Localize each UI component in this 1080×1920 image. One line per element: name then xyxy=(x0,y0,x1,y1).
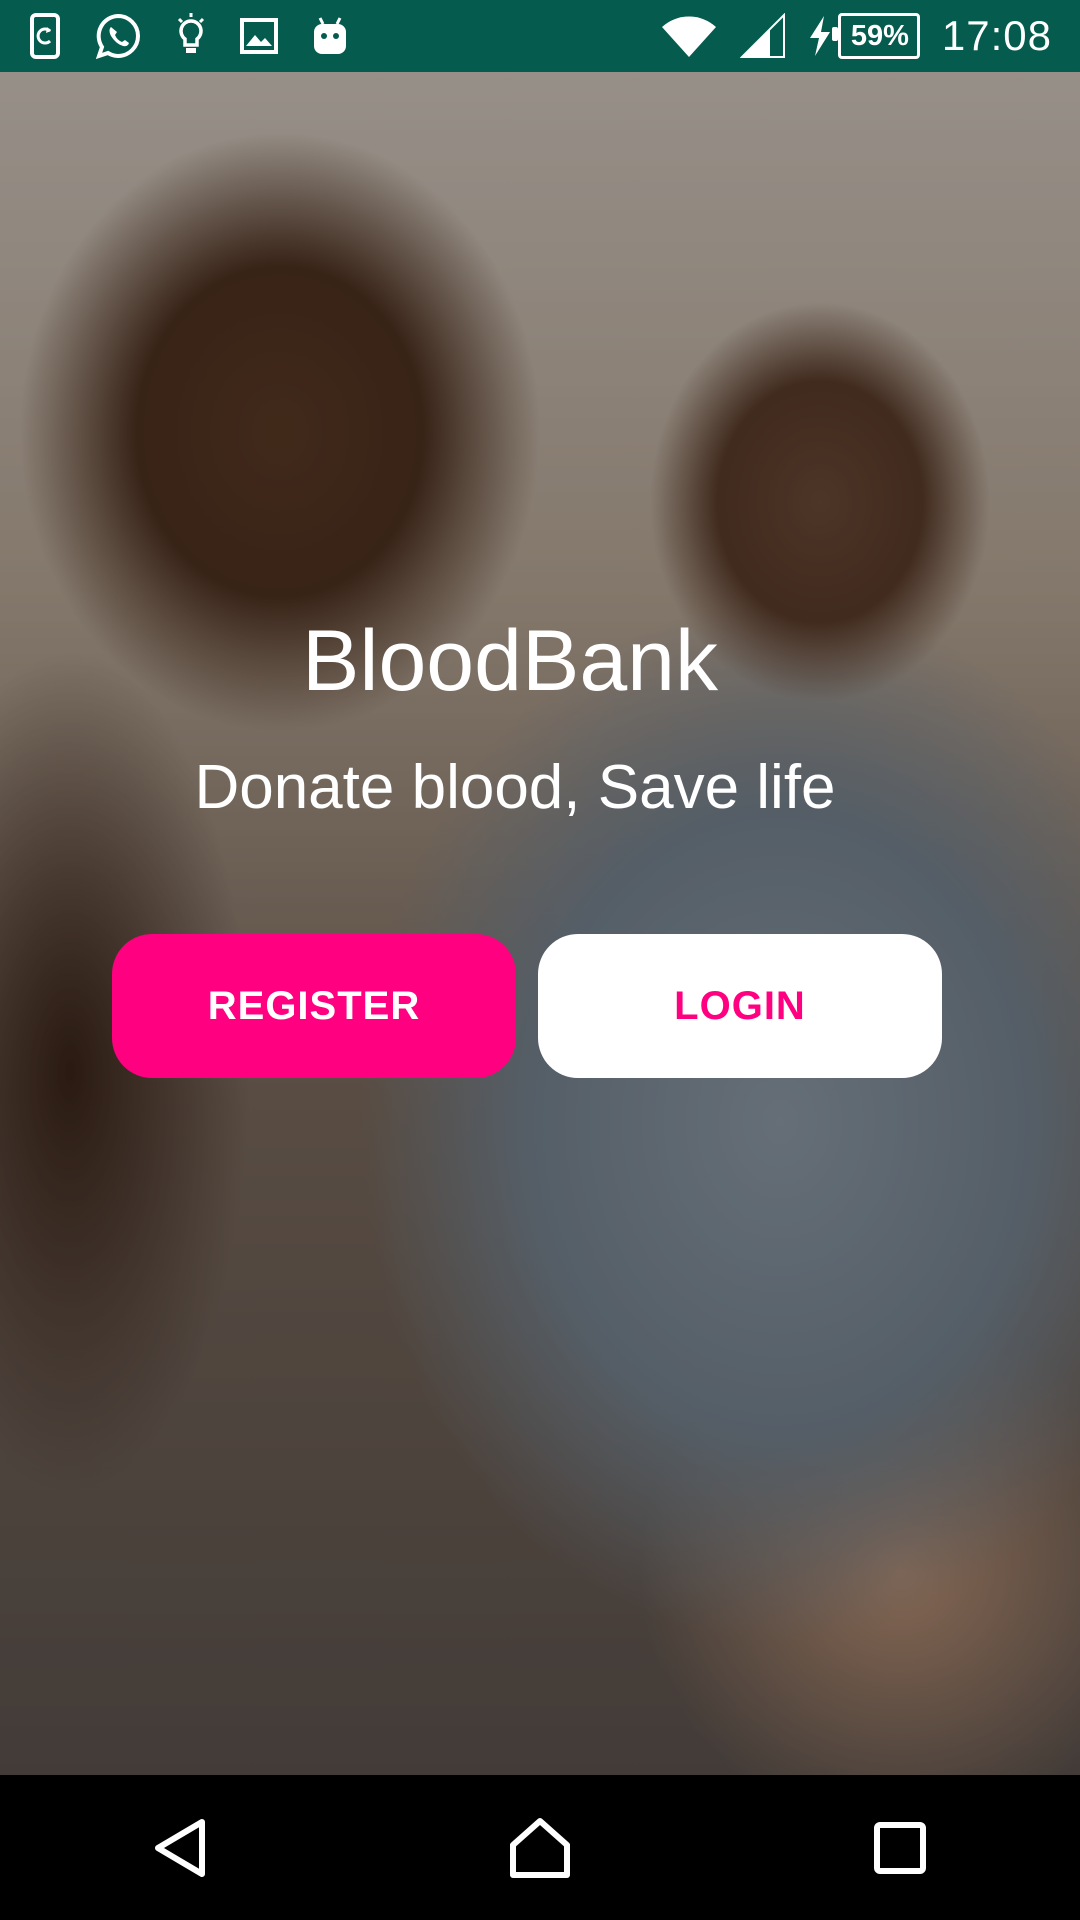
home-button[interactable] xyxy=(460,1788,620,1908)
home-icon xyxy=(510,1817,570,1878)
navigation-bar xyxy=(0,1775,1080,1920)
wifi-icon xyxy=(661,16,716,57)
hero-dim-overlay xyxy=(0,72,1080,1775)
login-button[interactable]: LOGIN xyxy=(538,934,942,1078)
status-clock: 17:08 xyxy=(941,12,1052,59)
app-tagline: Donate blood, Save life xyxy=(194,753,836,822)
whatsapp-icon xyxy=(95,13,140,60)
sim-update-icon xyxy=(30,13,60,59)
battery-percent: 59% xyxy=(850,19,909,52)
register-button[interactable]: REGISTER xyxy=(112,934,516,1078)
system-indicators: 59% 17:08 xyxy=(660,0,1052,72)
cell-signal-icon xyxy=(739,13,785,58)
hero-background-image: BloodBank Donate blood, Save life REGIST… xyxy=(0,72,1080,1775)
image-icon xyxy=(240,18,278,54)
recents-icon xyxy=(874,1821,926,1874)
app-title: BloodBank xyxy=(302,613,718,709)
battery-level: 59% xyxy=(831,13,920,59)
lightbulb-icon xyxy=(177,13,205,53)
recents-button[interactable] xyxy=(820,1788,980,1908)
back-icon xyxy=(155,1818,205,1877)
screen: 59% 17:08 BloodBank Donate blood, Save l… xyxy=(0,0,1080,1920)
notification-icons xyxy=(30,0,348,72)
status-bar: 59% 17:08 xyxy=(0,0,1080,72)
charging-bolt-icon xyxy=(809,16,830,56)
battery-indicator: 59% xyxy=(808,13,920,59)
android-icon xyxy=(314,17,346,54)
back-button[interactable] xyxy=(100,1788,260,1908)
